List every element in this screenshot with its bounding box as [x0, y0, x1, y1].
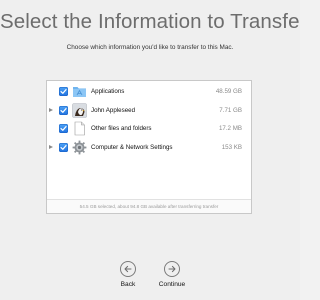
transfer-items-panel: Applications 48.59 GB John Appleseed 7.7…	[46, 80, 252, 214]
selection-summary: 54.5 GB selected, about 94.8 GB availabl…	[79, 204, 219, 209]
item-size: 7.71 GB	[219, 106, 242, 114]
item-label: Computer & Network Settings	[91, 143, 173, 151]
item-size: 48.59 GB	[215, 88, 242, 95]
item-label: Applications	[91, 88, 125, 95]
disclosure-triangle-icon[interactable]	[49, 144, 53, 149]
document-icon	[72, 121, 87, 136]
john-appleseed-checkbox[interactable]	[59, 105, 68, 115]
list-item-computer-network-settings[interactable]: Computer & Network Settings 153 KB	[47, 139, 251, 158]
item-size: 17.2 MB	[218, 125, 242, 132]
computer-network-settings-checkbox[interactable]	[59, 142, 68, 152]
back-label[interactable]: Back	[116, 281, 140, 288]
continue-label[interactable]: Continue	[152, 281, 192, 288]
list-item-applications[interactable]: Applications 48.59 GB	[47, 83, 251, 102]
back-button[interactable]	[120, 261, 136, 277]
list-item-john-appleseed[interactable]: John Appleseed 7.71 GB	[47, 102, 251, 121]
gear-icon	[72, 140, 87, 155]
other-files-checkbox[interactable]	[59, 124, 68, 133]
item-size: 153 KB	[221, 143, 242, 151]
migration-assistant-window: Select the Information to Transfer Choos…	[0, 0, 300, 300]
applications-checkbox[interactable]	[59, 87, 68, 96]
arrow-left-icon	[124, 265, 132, 273]
page-title: Select the Information to Transfer	[0, 10, 300, 33]
arrow-right-icon	[168, 265, 176, 273]
page-subtitle: Choose which information you'd like to t…	[66, 44, 234, 51]
list-item-other-files[interactable]: Other files and folders 17.2 MB	[47, 120, 251, 139]
item-label: John Appleseed	[91, 106, 136, 114]
continue-button[interactable]	[164, 261, 180, 277]
item-label: Other files and folders	[91, 125, 152, 132]
disclosure-triangle-icon[interactable]	[49, 107, 53, 112]
selection-summary-bar: 54.5 GB selected, about 94.8 GB availabl…	[47, 199, 251, 213]
applications-folder-icon	[72, 84, 87, 99]
user-avatar-icon	[72, 102, 87, 118]
transfer-items-list: Applications 48.59 GB John Appleseed 7.7…	[47, 83, 251, 157]
